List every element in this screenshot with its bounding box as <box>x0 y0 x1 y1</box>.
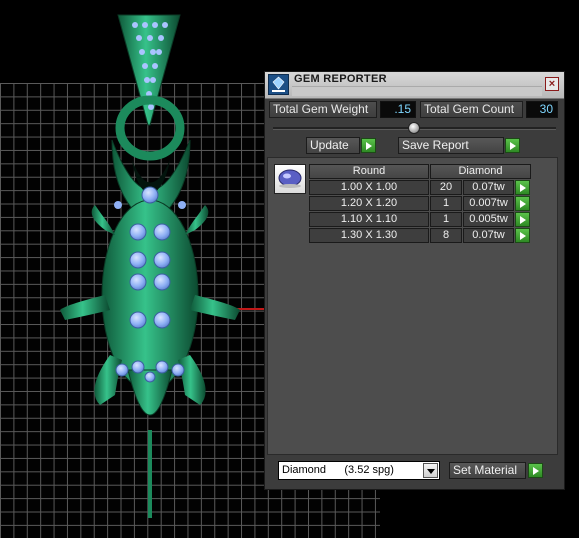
total-gem-count-label: Total Gem Count <box>420 101 523 118</box>
material-header: Diamond <box>430 164 531 179</box>
panel-title: GEM REPORTER <box>294 73 387 85</box>
close-icon[interactable]: × <box>545 77 559 91</box>
play-arrow-icon[interactable] <box>515 228 530 243</box>
play-arrow-icon[interactable] <box>528 463 543 478</box>
pendant-model[interactable] <box>40 10 280 525</box>
row-count: 8 <box>430 228 462 243</box>
row-weight: 0.07tw <box>463 180 514 195</box>
shape-header: Round <box>309 164 429 179</box>
play-arrow-icon[interactable] <box>505 138 520 153</box>
play-arrow-icon[interactable] <box>515 196 530 211</box>
title-bar[interactable]: GEM REPORTER × <box>265 72 564 99</box>
play-arrow-icon[interactable] <box>515 180 530 195</box>
total-gem-weight-label: Total Gem Weight <box>269 101 377 118</box>
save-report-button[interactable]: Save Report <box>398 137 504 154</box>
title-strip <box>292 86 542 96</box>
material-dropdown[interactable]: Diamond (3.52 spg) <box>278 461 440 480</box>
gem-reporter-panel: GEM REPORTER × Total Gem Weight .15 Tota… <box>264 71 565 490</box>
row-weight: 0.007tw <box>463 196 514 211</box>
row-count: 1 <box>430 196 462 211</box>
row-weight: 0.005tw <box>463 212 514 227</box>
chevron-down-icon[interactable] <box>423 463 438 478</box>
update-button[interactable]: Update <box>306 137 360 154</box>
play-arrow-icon[interactable] <box>361 138 376 153</box>
row-size: 1.30 X 1.30 <box>309 228 429 243</box>
row-size: 1.10 X 1.10 <box>309 212 429 227</box>
total-gem-count-value: 30 <box>526 101 558 118</box>
row-count: 20 <box>430 180 462 195</box>
splitter-handle[interactable] <box>408 122 420 134</box>
set-material-button[interactable]: Set Material <box>449 462 526 479</box>
play-arrow-icon[interactable] <box>515 212 530 227</box>
row-size: 1.20 X 1.20 <box>309 196 429 211</box>
row-size: 1.00 X 1.00 <box>309 180 429 195</box>
material-dropdown-value: Diamond (3.52 spg) <box>282 464 394 476</box>
total-gem-weight-value: .15 <box>380 101 416 118</box>
row-count: 1 <box>430 212 462 227</box>
gem-reporter-app-icon <box>268 74 289 95</box>
row-weight: 0.07tw <box>463 228 514 243</box>
round-gem-icon <box>274 164 306 194</box>
